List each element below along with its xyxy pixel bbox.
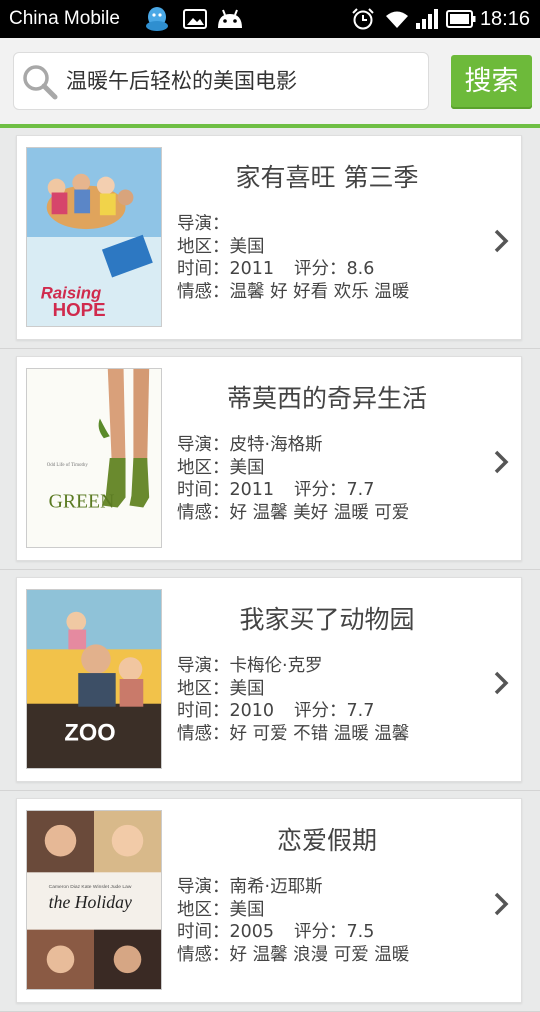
movie-poster: Odd Life of Timothy GREEN [26, 368, 162, 548]
signal-icon [416, 9, 438, 29]
region-label: 地区： [177, 236, 230, 257]
region-value: 美国 [229, 678, 265, 699]
tags-label: 情感： [177, 723, 230, 744]
search-button[interactable]: 搜索 [451, 55, 532, 109]
tags-value: 好 可爱 不错 温暖 温馨 [229, 723, 410, 744]
year-label: 时间： [177, 922, 230, 942]
tags-value: 温馨 好 好看 欢乐 温暖 [229, 281, 410, 302]
list-item[interactable]: Raising HOPE 家有喜旺 第三季 导演： 地区：美国 时间：2011 评… [0, 128, 540, 349]
rating-value: 7.5 [346, 922, 375, 942]
svg-text:HOPE: HOPE [53, 299, 106, 320]
movie-poster: ZOO [26, 589, 162, 769]
rating-value: 7.7 [346, 701, 375, 721]
qq-icon [146, 7, 168, 31]
alarm-icon [352, 8, 374, 30]
movie-info: 导演：卡梅伦·克罗 地区：美国 时间：2010 评分：7.7 情感：好 可爱 不错… [177, 655, 409, 745]
director-value: 卡梅伦·克罗 [229, 656, 323, 676]
year-value: 2011 [229, 259, 275, 279]
chevron-right-icon [494, 450, 509, 474]
rating-label: 评分： [294, 701, 347, 721]
chevron-right-icon [494, 892, 509, 916]
status-bar: China Mobile 18:16 [0, 0, 540, 38]
movie-card[interactable]: Cameron Diaz Kate Winslet Jude Law the H… [16, 798, 522, 1003]
rating-label: 评分： [294, 922, 347, 942]
rating-value: 7.7 [346, 480, 375, 500]
director-label: 导演： [177, 214, 230, 234]
battery-icon [446, 10, 476, 28]
region-label: 地区： [177, 678, 230, 699]
chevron-right-icon [494, 671, 509, 695]
movie-title: 我家买了动物园 [239, 605, 415, 634]
svg-text:ZOO: ZOO [64, 720, 115, 746]
rating-label: 评分： [294, 480, 347, 500]
list-item[interactable]: Odd Life of Timothy GREEN 蒂莫西的奇异生活 导演：皮特… [0, 349, 540, 570]
list-item[interactable]: ZOO 我家买了动物园 导演：卡梅伦·克罗 地区：美国 时间：2010 评分：7.… [0, 570, 540, 791]
svg-text:the Holiday: the Holiday [49, 892, 132, 912]
tags-value: 好 温馨 浪漫 可爱 温暖 [229, 944, 410, 965]
region-value: 美国 [229, 236, 265, 257]
director-value: 皮特·海格斯 [229, 435, 323, 455]
search-input[interactable]: 温暖午后轻松的美国电影 [13, 52, 429, 110]
svg-text:Odd Life of Timothy: Odd Life of Timothy [47, 463, 89, 468]
movie-title: 恋爱假期 [276, 826, 377, 855]
search-header: 温暖午后轻松的美国电影 搜索 [0, 38, 540, 124]
movie-poster: Cameron Diaz Kate Winslet Jude Law the H… [26, 810, 162, 990]
search-icon [23, 65, 58, 100]
movie-title: 家有喜旺 第三季 [235, 163, 419, 192]
svg-text:Cameron Diaz Kate Winslet Ju: Cameron Diaz Kate Winslet Jude Law [49, 884, 132, 890]
movie-card[interactable]: ZOO 我家买了动物园 导演：卡梅伦·克罗 地区：美国 时间：2010 评分：7.… [16, 577, 522, 782]
search-query-text: 温暖午后轻松的美国电影 [66, 69, 297, 93]
tags-label: 情感： [177, 944, 230, 965]
chevron-right-icon [494, 229, 509, 253]
region-value: 美国 [229, 457, 265, 478]
movie-card[interactable]: Raising HOPE 家有喜旺 第三季 导演： 地区：美国 时间：2011 评… [16, 135, 522, 340]
movie-info: 导演： 地区：美国 时间：2011 评分：8.6 情感：温馨 好 好看 欢乐 温暖 [177, 213, 409, 303]
android-icon [218, 9, 242, 28]
region-value: 美国 [229, 899, 265, 920]
wifi-icon [386, 11, 408, 28]
year-value: 2011 [229, 480, 275, 500]
carrier-name: China Mobile [9, 8, 120, 29]
movie-title: 蒂莫西的奇异生活 [226, 384, 427, 413]
region-label: 地区： [177, 899, 230, 920]
region-label: 地区： [177, 457, 230, 478]
rating-label: 评分： [294, 259, 347, 279]
rating-value: 8.6 [346, 259, 375, 279]
year-label: 时间： [177, 701, 230, 721]
movie-info: 导演：皮特·海格斯 地区：美国 时间：2011 评分：7.7 情感：好 温馨 美好… [177, 434, 409, 524]
director-label: 导演： [177, 435, 230, 455]
image-icon [183, 9, 207, 29]
movie-info: 导演：南希·迈耶斯 地区：美国 时间：2005 评分：7.5 情感：好 温馨 浪漫… [177, 876, 409, 966]
list-item[interactable]: Cameron Diaz Kate Winslet Jude Law the H… [0, 791, 540, 1012]
year-label: 时间： [177, 480, 230, 500]
movie-card[interactable]: Odd Life of Timothy GREEN 蒂莫西的奇异生活 导演：皮特… [16, 356, 522, 561]
tags-label: 情感： [177, 281, 230, 302]
director-label: 导演： [177, 656, 230, 676]
director-value: 南希·迈耶斯 [229, 877, 323, 897]
svg-text:GREEN: GREEN [49, 490, 115, 512]
year-label: 时间： [177, 259, 230, 279]
year-value: 2010 [229, 701, 275, 721]
year-value: 2005 [229, 922, 275, 942]
director-label: 导演： [177, 877, 230, 897]
tags-label: 情感： [177, 502, 230, 523]
clock: 18:16 [479, 8, 530, 30]
movie-poster: Raising HOPE [26, 147, 162, 327]
tags-value: 好 温馨 美好 温暖 可爱 [229, 502, 410, 523]
